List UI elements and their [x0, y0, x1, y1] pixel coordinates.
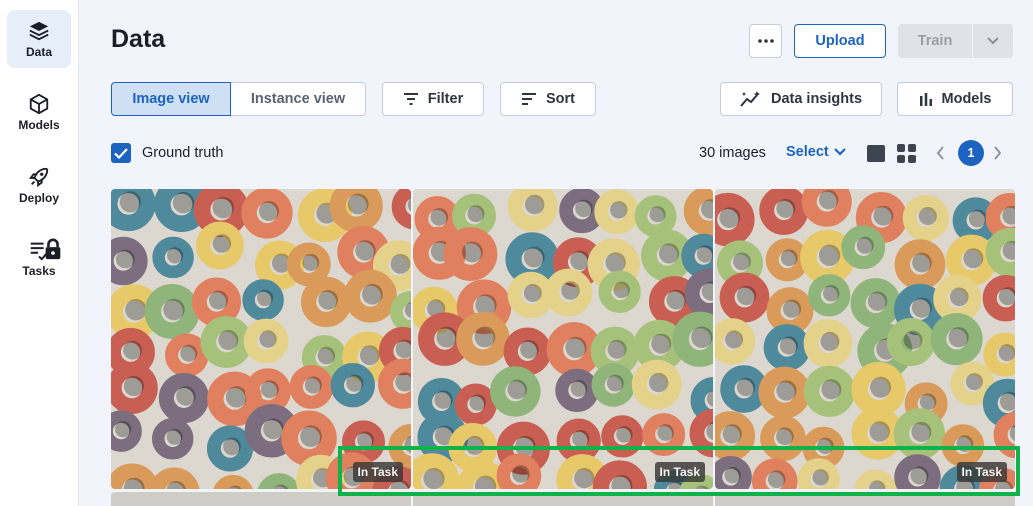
lock-icon: [45, 238, 61, 260]
cereal-image: [111, 189, 411, 489]
insights-sparkle-icon: [740, 91, 760, 107]
train-button[interactable]: Train: [898, 24, 972, 58]
sidebar-item-models[interactable]: Models: [7, 83, 71, 141]
chevron-down-icon: [987, 37, 999, 45]
filter-button[interactable]: Filter: [382, 82, 484, 116]
single-view-icon[interactable]: [867, 145, 885, 162]
sidebar-item-label: Models: [18, 117, 60, 132]
data-insights-label: Data insights: [770, 91, 863, 107]
image-tile[interactable]: In Task: [111, 189, 411, 489]
in-task-badge: In Task: [352, 462, 403, 482]
train-dropdown-button[interactable]: [973, 24, 1013, 58]
data-insights-button[interactable]: Data insights: [720, 82, 882, 116]
in-task-badge: In Task: [956, 462, 1007, 482]
image-tile[interactable]: In Task: [413, 189, 713, 489]
chevron-right-icon[interactable]: [993, 146, 1002, 160]
ground-truth-label: Ground truth: [142, 145, 224, 161]
checkmark-icon: [114, 147, 128, 159]
sort-button[interactable]: Sort: [500, 82, 596, 116]
layers-icon: [29, 21, 49, 40]
ground-truth-checkbox[interactable]: [111, 143, 131, 163]
sort-icon: [522, 93, 536, 105]
in-task-badge: In Task: [654, 462, 705, 482]
image-tile-partial[interactable]: [111, 492, 411, 506]
tab-instance-view[interactable]: Instance view: [231, 82, 366, 116]
cereal-image: [413, 189, 713, 489]
cube-icon: [29, 93, 49, 114]
sidebar-item-label: Data: [25, 44, 52, 59]
rocket-icon: [28, 167, 49, 187]
chevron-down-icon: [833, 148, 846, 156]
tab-image-view[interactable]: Image view: [111, 82, 231, 116]
chevron-left-icon[interactable]: [936, 146, 945, 160]
image-count: 30 images: [699, 145, 766, 161]
bar-chart-icon: [919, 93, 932, 106]
sidebar-item-deploy[interactable]: Deploy: [7, 156, 71, 214]
sidebar-item-tasks[interactable]: Tasks: [7, 229, 71, 287]
upload-button[interactable]: Upload: [794, 24, 886, 58]
image-tile[interactable]: In Task: [715, 189, 1015, 489]
filter-icon: [403, 93, 418, 105]
image-tile-partial[interactable]: [413, 492, 713, 506]
sidebar-item-label: Deploy: [18, 190, 59, 205]
more-dots-icon: [757, 39, 774, 43]
sidebar-item-label: Tasks: [22, 263, 56, 278]
filter-label: Filter: [427, 91, 464, 107]
more-options-button[interactable]: [749, 24, 782, 58]
sort-label: Sort: [546, 91, 575, 107]
select-label: Select: [786, 144, 829, 160]
sidebar-item-data[interactable]: Data: [7, 10, 71, 68]
view-mode-tabs: Image view Instance view: [111, 82, 366, 116]
image-tile-partial[interactable]: [715, 492, 1015, 506]
models-label: Models: [941, 91, 992, 107]
models-button[interactable]: Models: [897, 82, 1013, 116]
page-title: Data: [111, 25, 166, 53]
sidebar: Data Models Deploy Tasks: [0, 0, 79, 506]
cereal-image: [715, 189, 1015, 489]
select-dropdown[interactable]: Select: [786, 144, 846, 160]
page-number-current[interactable]: 1: [958, 140, 984, 166]
grid-view-icon[interactable]: [897, 144, 916, 163]
